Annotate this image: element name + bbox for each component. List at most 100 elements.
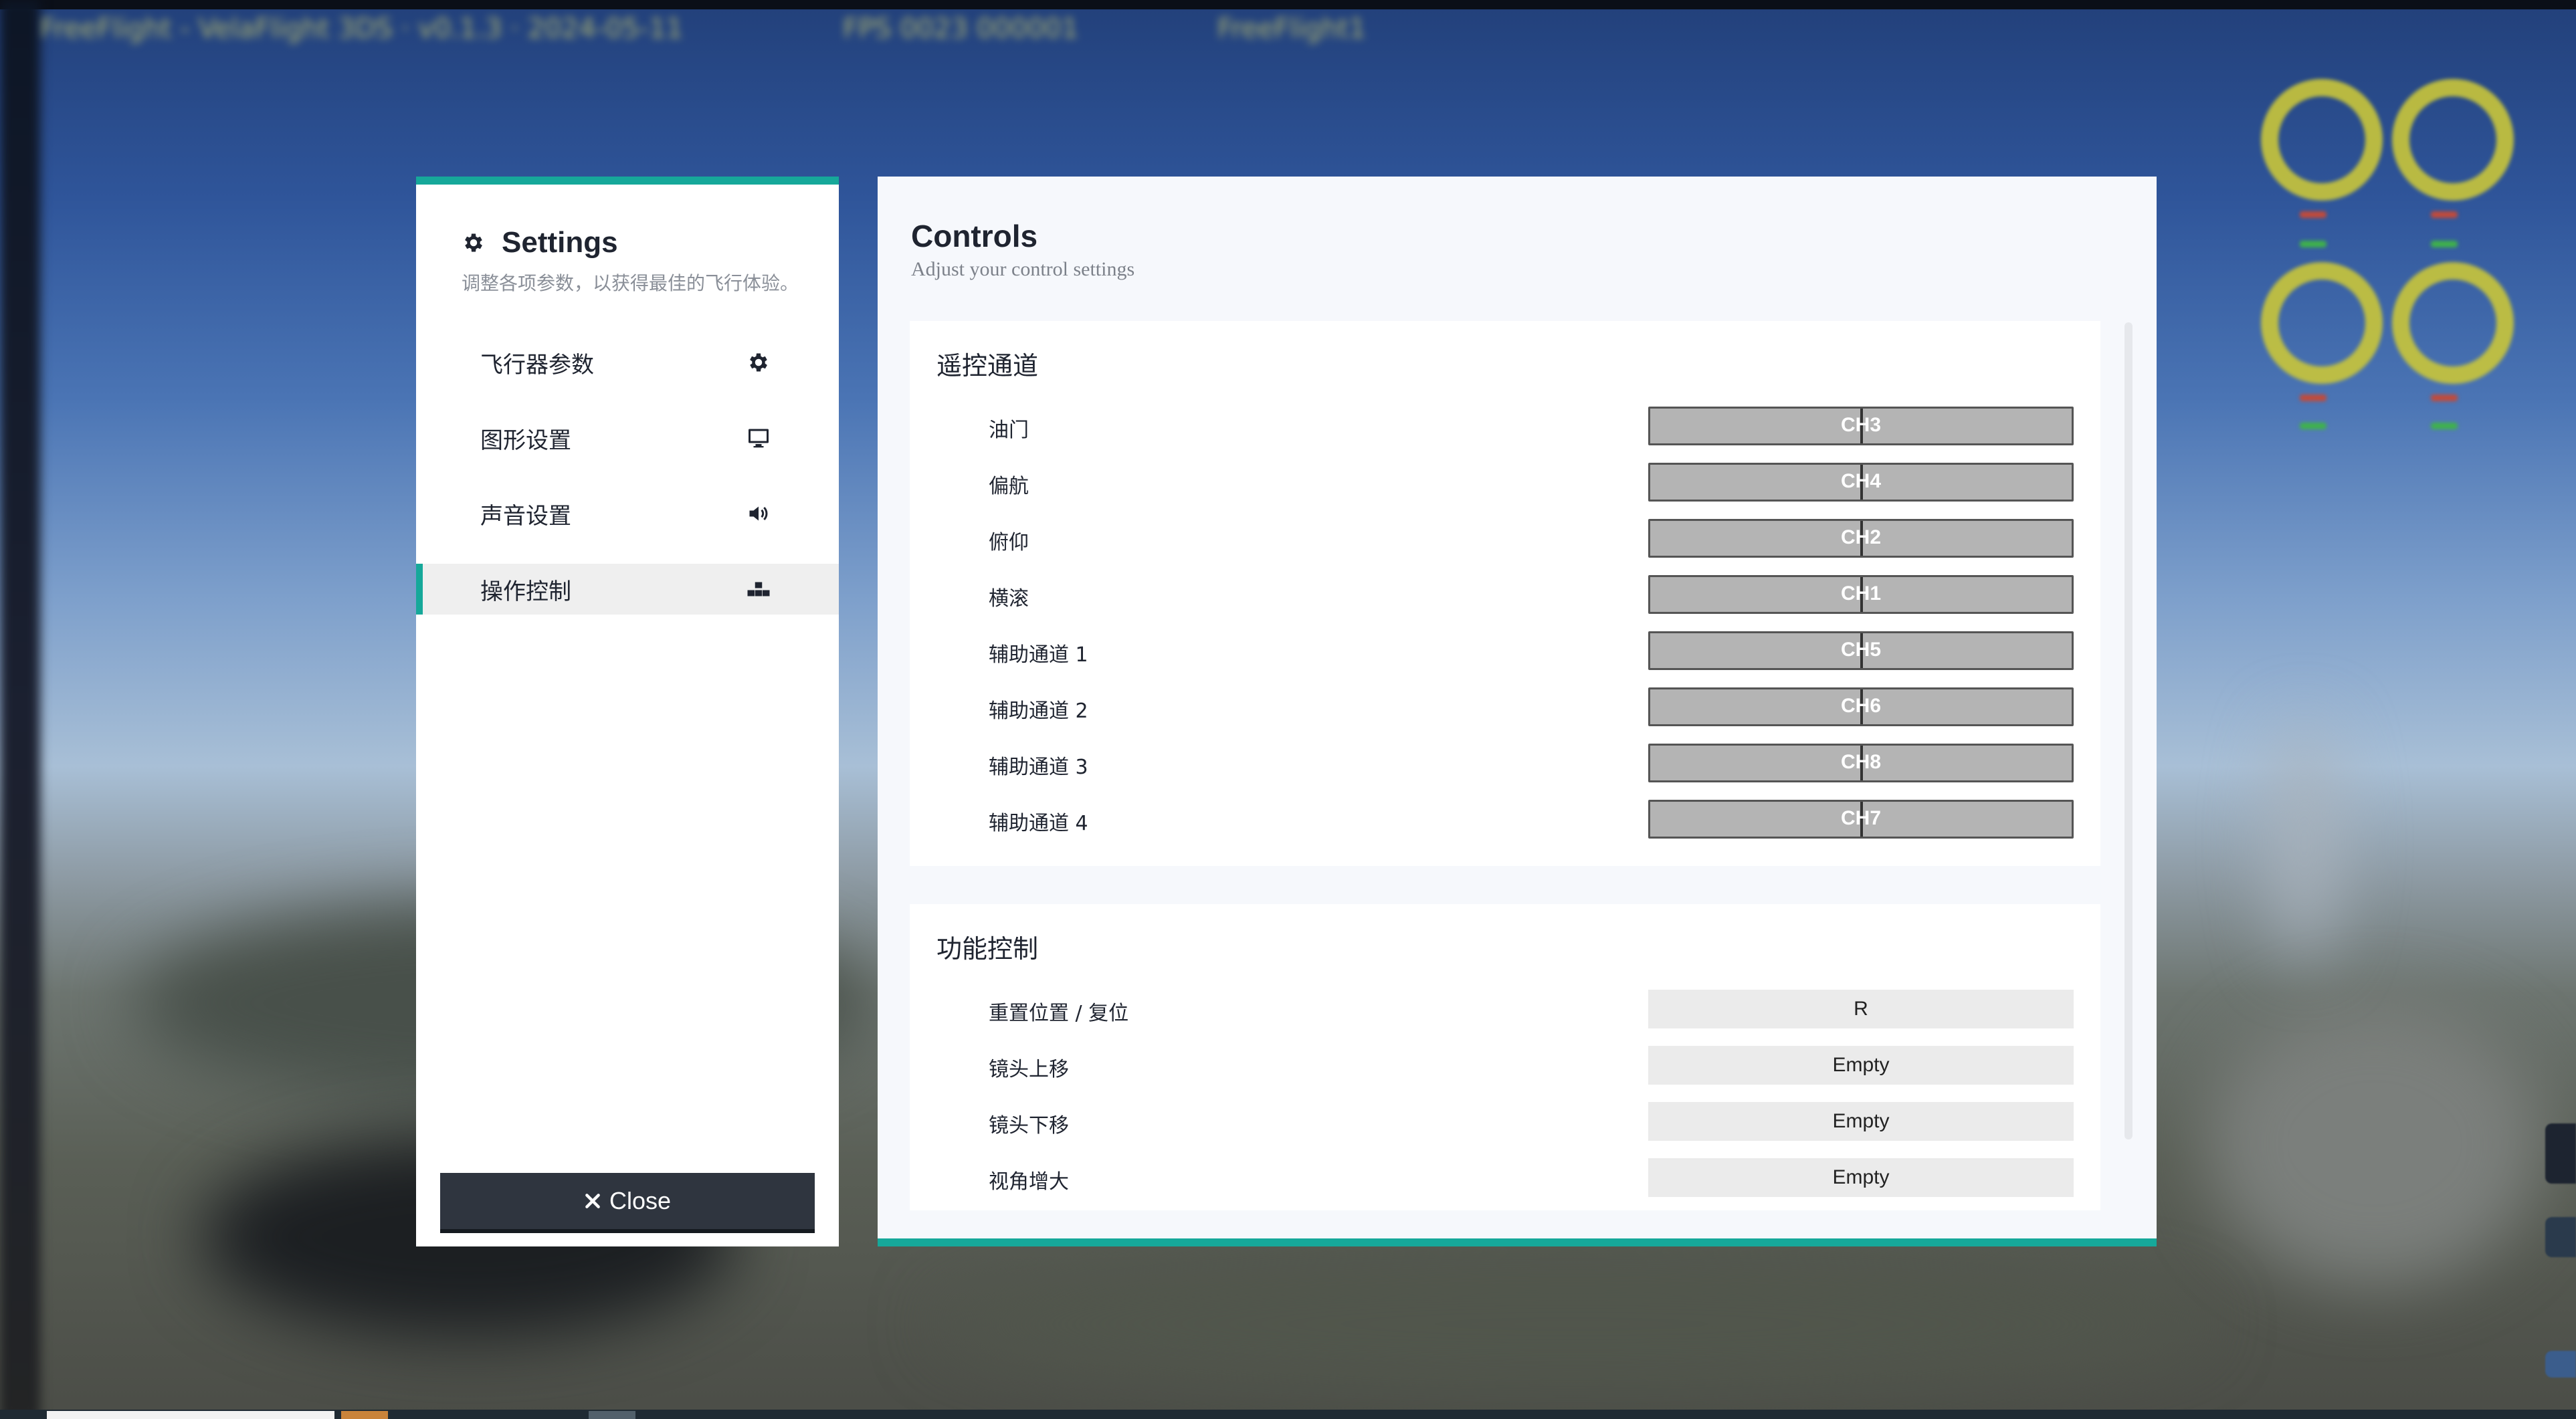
nav-item-graphics[interactable]: 图形设置 <box>416 413 839 463</box>
left-dark-strip <box>0 0 40 1419</box>
channel-label: 辅助通道 2 <box>989 699 1088 723</box>
channel-label: 偏航 <box>989 475 1029 498</box>
nav-item-label: 声音设置 <box>480 502 571 530</box>
function-label: 重置位置 / 复位 <box>989 1002 1129 1025</box>
hud-title-text: FreeFlight - VelaFlight 3DS · v0.1.3 · 2… <box>40 13 684 44</box>
function-row-camera-down: 镜头下移 Empty <box>910 1102 2100 1143</box>
channel-label: 辅助通道 1 <box>989 643 1088 667</box>
section-title: 功能控制 <box>936 934 1039 964</box>
taskbar-window <box>341 1411 388 1419</box>
channel-label: 油门 <box>989 419 1029 442</box>
channel-value: CH7 <box>1840 807 1881 829</box>
settings-nav: 飞行器参数 图形设置 声音设置 操作控制 <box>416 337 839 639</box>
channel-selector[interactable]: CH3 <box>1648 407 2074 445</box>
motor-indicator <box>2431 211 2458 218</box>
taskbar-window <box>589 1411 635 1419</box>
settings-sidebar: Settings 调整各项参数，以获得最佳的飞行体验。 飞行器参数 图形设置 声… <box>416 177 839 1246</box>
nav-item-label: 飞行器参数 <box>480 351 594 378</box>
section-title: 遥控通道 <box>936 351 1039 380</box>
speaker-icon <box>749 506 768 521</box>
motor-indicator <box>2431 423 2458 429</box>
controls-panel: Controls Adjust your control settings 遥控… <box>878 177 2157 1246</box>
channel-value: CH6 <box>1840 695 1881 717</box>
side-widget <box>2545 1217 2576 1257</box>
ground-blob <box>2207 1003 2542 1284</box>
sidebar-title: Settings <box>502 226 618 259</box>
gear-icon <box>465 233 482 252</box>
function-label: 镜头下移 <box>989 1114 1069 1137</box>
channels-section: 遥控通道 油门 CH3 偏航 CH4 俯仰 CH2 横滚 CH1 辅助通道 1 … <box>910 321 2100 866</box>
gear-icon <box>750 353 767 372</box>
scrollbar[interactable] <box>2124 322 2133 1139</box>
channel-value: CH5 <box>1840 639 1881 661</box>
channel-row-aux4: 辅助通道 4 CH7 <box>910 800 2100 841</box>
hud-fps-text: FPS 0023 000001 <box>843 13 1079 44</box>
key-binding-field[interactable]: Empty <box>1648 1046 2074 1085</box>
panel-subtitle: Adjust your control settings <box>911 258 1135 280</box>
channel-selector[interactable]: CH8 <box>1648 744 2074 782</box>
channel-value: CH1 <box>1840 582 1881 605</box>
close-button-label: Close <box>609 1187 672 1214</box>
channel-selector[interactable]: CH4 <box>1648 463 2074 502</box>
sidebar-header: Settings 调整各项参数，以获得最佳的飞行体验。 <box>462 226 799 296</box>
motor-indicator <box>2300 423 2326 429</box>
function-row-fov-increase: 视角增大 Empty <box>910 1158 2100 1200</box>
ground-blob <box>936 1257 2207 1391</box>
motor-indicator <box>2300 395 2326 401</box>
motor-indicator <box>2300 211 2326 218</box>
channel-selector[interactable]: CH6 <box>1648 687 2074 726</box>
monitor-icon <box>749 429 769 448</box>
motor-ring-4 <box>2392 262 2514 384</box>
channel-value: CH3 <box>1840 414 1881 436</box>
side-widget <box>2545 1351 2576 1378</box>
channel-value: CH8 <box>1840 751 1881 773</box>
nav-item-sound[interactable]: 声音设置 <box>416 488 839 539</box>
key-binding-field[interactable]: R <box>1648 990 2074 1028</box>
channel-selector[interactable]: CH7 <box>1648 800 2074 839</box>
channel-row-aux2: 辅助通道 2 CH6 <box>910 687 2100 729</box>
hud-label-text: FreeFlight1 <box>1217 13 1366 44</box>
motor-ring-1 <box>2261 79 2383 201</box>
channel-selector[interactable]: CH5 <box>1648 631 2074 670</box>
motor-indicator <box>2431 395 2458 401</box>
nav-item-label: 操作控制 <box>480 578 571 605</box>
close-icon <box>585 1194 600 1208</box>
nav-item-aircraft[interactable]: 飞行器参数 <box>416 337 839 388</box>
controls-icon <box>747 582 770 596</box>
nav-item-controls[interactable]: 操作控制 <box>416 564 839 615</box>
channel-row-throttle: 油门 CH3 <box>910 407 2100 448</box>
channel-row-aux3: 辅助通道 3 CH8 <box>910 744 2100 785</box>
motor-ring-3 <box>2261 262 2383 384</box>
motor-indicator <box>2431 241 2458 247</box>
function-row-reset: 重置位置 / 复位 R <box>910 990 2100 1031</box>
panel-title: Controls <box>911 219 1038 253</box>
channel-selector[interactable]: CH2 <box>1648 519 2074 558</box>
channel-value: CH2 <box>1840 526 1881 548</box>
tower-blob <box>2274 722 2335 963</box>
channel-row-roll: 横滚 CH1 <box>910 575 2100 617</box>
controls-scroll-area[interactable]: 遥控通道 油门 CH3 偏航 CH4 俯仰 CH2 横滚 CH1 辅助通道 1 … <box>910 321 2100 1210</box>
motor-ring-2 <box>2392 79 2514 201</box>
key-binding-field[interactable]: Empty <box>1648 1102 2074 1141</box>
side-widget <box>2545 1123 2576 1184</box>
functions-section: 功能控制 重置位置 / 复位 R 镜头上移 Empty 镜头下移 Empty 视… <box>910 904 2100 1210</box>
channel-row-pitch: 俯仰 CH2 <box>910 519 2100 560</box>
key-binding-field[interactable]: Empty <box>1648 1158 2074 1197</box>
function-label: 视角增大 <box>989 1170 1069 1194</box>
close-button[interactable]: Close <box>440 1173 815 1233</box>
channel-label: 俯仰 <box>989 531 1029 554</box>
channel-label: 横滚 <box>989 587 1029 611</box>
nav-item-label: 图形设置 <box>480 427 571 454</box>
channel-label: 辅助通道 3 <box>989 756 1088 779</box>
taskbar-window <box>47 1411 334 1419</box>
channel-selector[interactable]: CH1 <box>1648 575 2074 614</box>
function-label: 镜头上移 <box>989 1058 1069 1081</box>
channel-row-aux1: 辅助通道 1 CH5 <box>910 631 2100 673</box>
channel-row-yaw: 偏航 CH4 <box>910 463 2100 504</box>
channel-value: CH4 <box>1840 470 1881 492</box>
window-top-strip <box>0 0 2576 9</box>
channel-label: 辅助通道 4 <box>989 812 1088 835</box>
sidebar-subtitle: 调整各项参数，以获得最佳的飞行体验。 <box>462 272 799 294</box>
function-row-camera-up: 镜头上移 Empty <box>910 1046 2100 1087</box>
motor-indicator <box>2300 241 2326 247</box>
